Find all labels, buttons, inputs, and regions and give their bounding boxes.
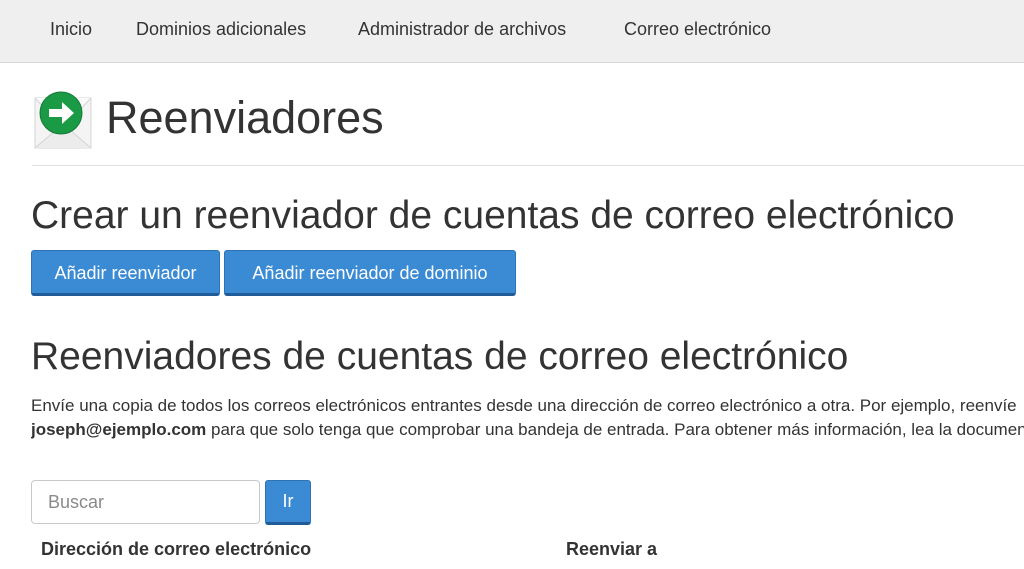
description-line-1: Envíe una copia de todos los correos ele… [31, 396, 1017, 415]
add-domain-forwarder-button[interactable]: Añadir reenviador de dominio [224, 250, 516, 296]
top-navigation: Inicio Dominios adicionales Administrado… [0, 0, 1024, 63]
column-header-email-address[interactable]: Dirección de correo electrónico [41, 539, 311, 560]
description-line-2: joseph@ejemplo.com para que solo tenga q… [31, 418, 1024, 442]
page-title: Reenviadores [106, 92, 384, 143]
nav-item-inicio[interactable]: Inicio [50, 19, 92, 40]
create-forwarder-heading: Crear un reenviador de cuentas de correo… [31, 194, 955, 237]
email-forwarders-heading: Reenviadores de cuentas de correo electr… [31, 335, 849, 378]
nav-item-correo-electronico[interactable]: Correo electrónico [624, 19, 771, 40]
example-email: joseph@ejemplo.com [31, 420, 207, 439]
search-input[interactable] [31, 480, 260, 524]
search-go-button[interactable]: Ir [265, 480, 311, 525]
page-header: Reenviadores [32, 88, 1024, 166]
forwarders-description: Envíe una copia de todos los correos ele… [31, 394, 1024, 442]
add-forwarder-button[interactable]: Añadir reenviador [31, 250, 220, 296]
forwarder-envelope-icon [32, 88, 94, 152]
nav-item-dominios-adicionales[interactable]: Dominios adicionales [136, 19, 306, 40]
description-line-2-text: para que solo tenga que comprobar una ba… [206, 420, 1024, 439]
nav-item-administrador-de-archivos[interactable]: Administrador de archivos [358, 19, 566, 40]
column-header-forward-to[interactable]: Reenviar a [566, 539, 657, 560]
